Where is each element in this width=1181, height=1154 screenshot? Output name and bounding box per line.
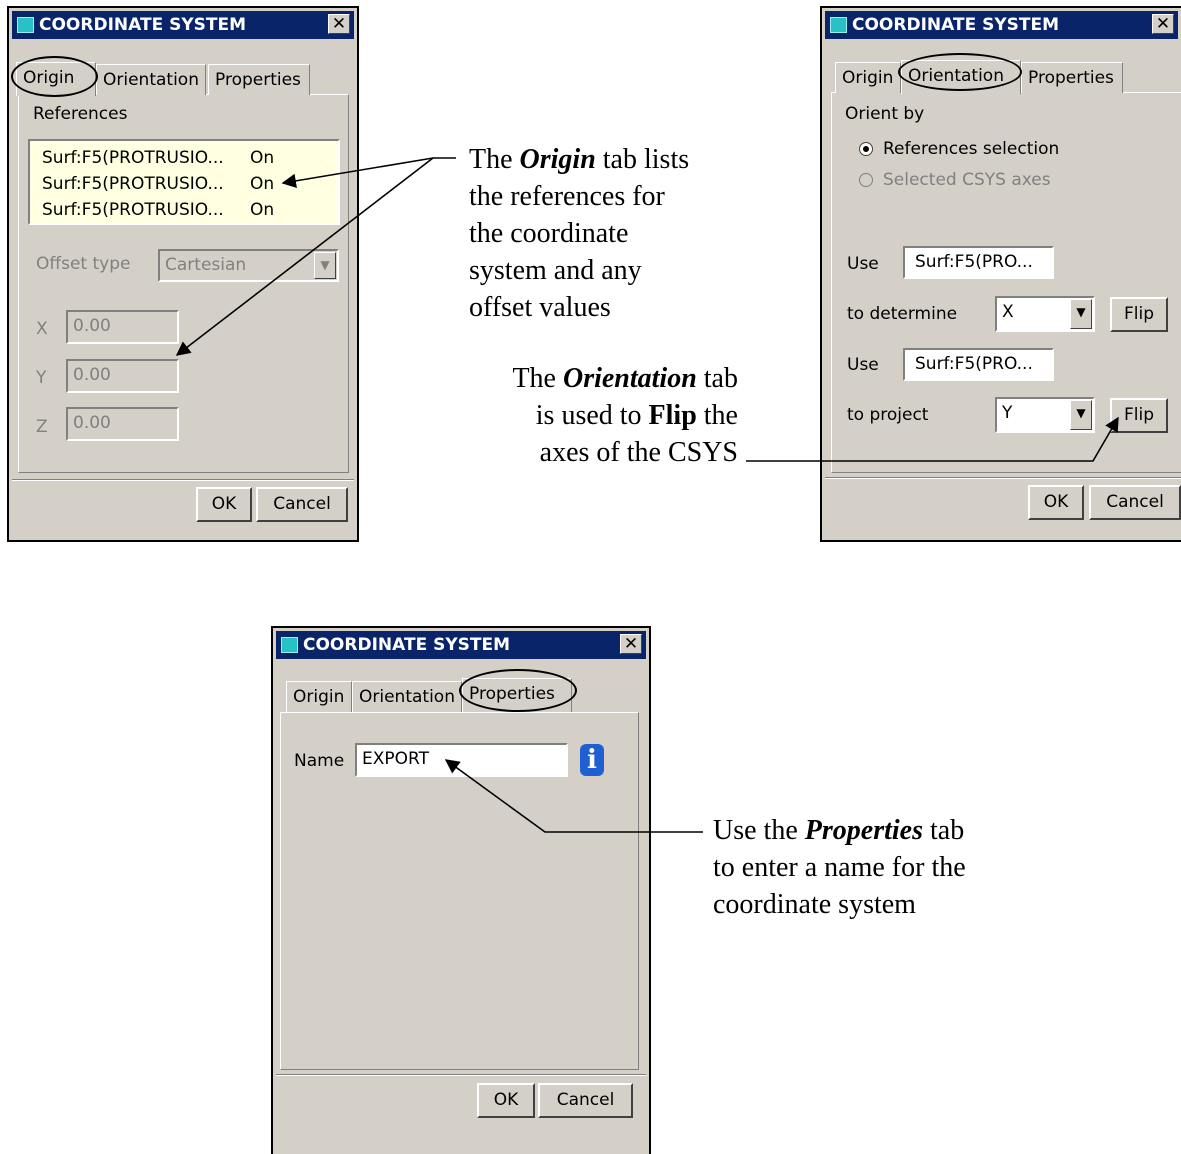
divider xyxy=(825,477,1181,479)
note-line: is used to Flip the xyxy=(535,400,738,431)
radio-references-selection[interactable] xyxy=(859,142,873,156)
project-label: to project xyxy=(847,405,929,425)
title-bar: COORDINATE SYSTEM ✕ xyxy=(276,631,646,659)
use-reference-field[interactable]: Surf:F5(PRO... xyxy=(903,348,1054,381)
dialog-title: COORDINATE SYSTEM xyxy=(852,15,1060,35)
x-label: X xyxy=(36,319,48,339)
z-offset-field[interactable]: 0.00 xyxy=(66,407,179,441)
title-bar: COORDINATE SYSTEM ✕ xyxy=(12,11,354,39)
y-offset-field[interactable]: 0.00 xyxy=(66,359,179,393)
close-button[interactable]: ✕ xyxy=(620,634,642,654)
note-line: Use the Properties tab xyxy=(713,815,965,846)
highlight-oval xyxy=(898,53,1022,91)
note-line: system and any xyxy=(469,255,642,286)
list-item[interactable]: Surf:F5(PROTRUSIO... On xyxy=(42,171,334,197)
offset-type-label: Offset type xyxy=(36,254,131,274)
use-reference-field[interactable]: Surf:F5(PRO... xyxy=(903,246,1054,279)
note-line: the references for xyxy=(469,181,665,212)
dialog-title: COORDINATE SYSTEM xyxy=(303,635,511,655)
tab-origin[interactable]: Origin xyxy=(835,62,901,93)
references-label: References xyxy=(33,104,128,124)
z-label: Z xyxy=(36,417,48,437)
window-icon xyxy=(830,17,847,33)
note-line: The Orientation tab xyxy=(512,363,738,394)
properties-tab-note: Use the Properties tab to enter a name f… xyxy=(713,812,966,923)
orientation-tab-note: The Orientation tab is used to Flip the … xyxy=(462,360,738,471)
highlight-oval xyxy=(11,56,98,97)
list-item[interactable]: Surf:F5(PROTRUSIO... On xyxy=(42,197,334,223)
tab-properties[interactable]: Properties xyxy=(1021,62,1123,93)
cancel-button[interactable]: Cancel xyxy=(1089,485,1181,520)
radio-selected-csys-axes[interactable] xyxy=(859,173,873,187)
name-label: Name xyxy=(294,751,345,771)
determine-axis-select[interactable]: X ▼ xyxy=(995,296,1095,332)
tab-properties[interactable]: Properties xyxy=(208,64,310,95)
note-line: to enter a name for the xyxy=(713,852,966,883)
references-list[interactable]: Surf:F5(PROTRUSIO... On Surf:F5(PROTRUSIO… xyxy=(28,139,340,225)
use-label: Use xyxy=(847,254,879,274)
note-line: the coordinate xyxy=(469,218,629,249)
flip-button[interactable]: Flip xyxy=(1110,398,1168,433)
orientation-dialog: COORDINATE SYSTEM ✕ Origin Orientation P… xyxy=(820,6,1181,542)
note-line: offset values xyxy=(469,292,611,323)
tab-orientation[interactable]: Orientation xyxy=(352,681,462,712)
dialog-title: COORDINATE SYSTEM xyxy=(39,15,247,35)
radio-dot xyxy=(863,146,869,152)
note-line: The Origin tab lists xyxy=(469,144,690,175)
use-label: Use xyxy=(847,355,879,375)
tab-origin[interactable]: Origin xyxy=(286,681,352,712)
origin-tab-note: The Origin tab lists the references for … xyxy=(469,141,689,326)
note-line: axes of the CSYS xyxy=(539,437,738,468)
radio-references-label[interactable]: References selection xyxy=(883,139,1059,159)
ok-button[interactable]: OK xyxy=(196,487,252,522)
reference-name: Surf:F5(PROTRUSIO... xyxy=(42,174,224,194)
close-button[interactable]: ✕ xyxy=(1152,14,1174,34)
chevron-down-icon[interactable]: ▼ xyxy=(314,252,336,279)
offset-type-value: Cartesian xyxy=(165,255,247,275)
cancel-button[interactable]: Cancel xyxy=(538,1083,633,1118)
properties-dialog: COORDINATE SYSTEM ✕ Origin Orientation P… xyxy=(271,626,651,1154)
highlight-oval xyxy=(459,669,577,712)
info-icon[interactable]: i xyxy=(580,744,604,776)
ok-button[interactable]: OK xyxy=(477,1083,535,1118)
list-item[interactable]: Surf:F5(PROTRUSIO... On xyxy=(42,145,334,171)
window-icon xyxy=(281,637,298,653)
y-label: Y xyxy=(36,368,47,388)
offset-type-select[interactable]: Cartesian ▼ xyxy=(158,249,339,282)
determine-axis-value: X xyxy=(1002,302,1014,322)
chevron-down-icon[interactable]: ▼ xyxy=(1070,299,1092,329)
determine-label: to determine xyxy=(847,304,958,324)
reference-state: On xyxy=(250,200,275,220)
window-icon xyxy=(17,17,34,33)
orient-by-label: Orient by xyxy=(845,104,925,124)
name-field[interactable]: EXPORT xyxy=(355,743,568,777)
close-button[interactable]: ✕ xyxy=(328,14,350,34)
ok-button[interactable]: OK xyxy=(1028,485,1084,520)
radio-csys-label[interactable]: Selected CSYS axes xyxy=(883,170,1051,190)
cancel-button[interactable]: Cancel xyxy=(256,487,348,522)
reference-state: On xyxy=(250,174,275,194)
flip-button[interactable]: Flip xyxy=(1110,297,1168,332)
title-bar: COORDINATE SYSTEM ✕ xyxy=(825,11,1178,39)
reference-name: Surf:F5(PROTRUSIO... xyxy=(42,148,224,168)
chevron-down-icon[interactable]: ▼ xyxy=(1070,400,1092,430)
reference-state: On xyxy=(250,148,275,168)
reference-name: Surf:F5(PROTRUSIO... xyxy=(42,200,224,220)
divider xyxy=(12,479,354,481)
divider xyxy=(276,1074,646,1076)
project-axis-value: Y xyxy=(1002,403,1013,423)
note-line: coordinate system xyxy=(713,889,916,920)
project-axis-select[interactable]: Y ▼ xyxy=(995,397,1095,433)
tab-orientation[interactable]: Orientation xyxy=(96,64,206,95)
x-offset-field[interactable]: 0.00 xyxy=(66,310,179,344)
